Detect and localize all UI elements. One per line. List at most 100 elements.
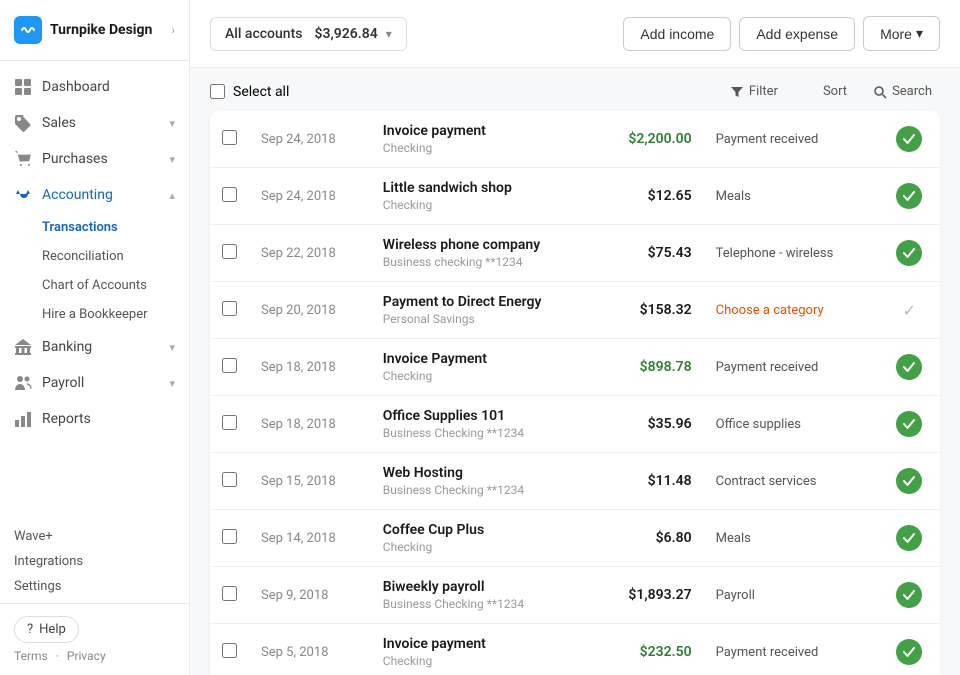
payroll-label: Payroll <box>42 375 159 391</box>
footer-links: Terms · Privacy <box>14 649 175 663</box>
sidebar-item-wave-plus[interactable]: Wave+ <box>14 524 175 549</box>
row-checkbox[interactable] <box>222 529 237 544</box>
sidebar-item-dashboard[interactable]: Dashboard <box>0 69 189 105</box>
transaction-date: Sep 15, 2018 <box>249 453 371 510</box>
sidebar-item-accounting[interactable]: Accounting ▴ <box>0 177 189 213</box>
transaction-amount: $35.96 <box>596 396 704 453</box>
transaction-category: Payment received <box>704 624 879 675</box>
transaction-name: Little sandwich shop <box>383 180 584 196</box>
transaction-description[interactable]: Little sandwich shop Checking <box>371 168 596 225</box>
users-icon <box>14 374 32 392</box>
table-row[interactable]: Sep 5, 2018 Invoice payment Checking $23… <box>210 624 940 675</box>
transaction-description[interactable]: Coffee Cup Plus Checking <box>371 510 596 567</box>
add-expense-button[interactable]: Add expense <box>739 17 855 51</box>
transaction-amount: $898.78 <box>596 339 704 396</box>
sidebar-item-hire-bookkeeper[interactable]: Hire a Bookkeeper <box>42 300 189 329</box>
status-check-icon <box>896 354 922 380</box>
sidebar-item-chart-of-accounts[interactable]: Chart of Accounts <box>42 271 189 300</box>
sidebar-extra: Wave+ Integrations Settings <box>0 520 189 603</box>
transaction-name: Invoice payment <box>383 636 584 652</box>
more-label: More <box>880 26 912 42</box>
cart-icon <box>14 150 32 168</box>
row-checkbox[interactable] <box>222 415 237 430</box>
select-all-checkbox[interactable] <box>210 84 225 99</box>
filter-label: Filter <box>749 84 778 99</box>
sidebar-item-banking[interactable]: Banking ▾ <box>0 329 189 365</box>
payroll-chevron-icon: ▾ <box>169 377 175 390</box>
sidebar-item-sales[interactable]: Sales ▾ <box>0 105 189 141</box>
status-check-icon <box>896 126 922 152</box>
table-row[interactable]: Sep 20, 2018 Payment to Direct Energy Pe… <box>210 282 940 339</box>
transaction-category: Contract services <box>704 453 879 510</box>
transaction-date: Sep 9, 2018 <box>249 567 371 624</box>
table-row[interactable]: Sep 24, 2018 Little sandwich shop Checki… <box>210 168 940 225</box>
row-checkbox[interactable] <box>222 130 237 145</box>
transaction-name: Web Hosting <box>383 465 584 481</box>
transaction-account: Business checking **1234 <box>383 255 584 269</box>
accounting-label: Accounting <box>42 187 159 203</box>
main-header: All accounts $3,926.84 ▾ Add income Add … <box>190 0 960 68</box>
status-check-icon <box>896 183 922 209</box>
table-row[interactable]: Sep 15, 2018 Web Hosting Business Checki… <box>210 453 940 510</box>
transaction-description[interactable]: Web Hosting Business Checking **1234 <box>371 453 596 510</box>
sidebar-item-reports[interactable]: Reports <box>0 401 189 437</box>
row-checkbox[interactable] <box>222 187 237 202</box>
table-row[interactable]: Sep 18, 2018 Invoice Payment Checking $8… <box>210 339 940 396</box>
sidebar-item-integrations[interactable]: Integrations <box>14 549 175 574</box>
transaction-description[interactable]: Biweekly payroll Business Checking **123… <box>371 567 596 624</box>
transaction-description[interactable]: Invoice Payment Checking <box>371 339 596 396</box>
row-checkbox[interactable] <box>222 244 237 259</box>
sort-button[interactable]: Sort <box>796 80 855 103</box>
sidebar-item-transactions[interactable]: Transactions <box>42 213 189 242</box>
sales-label: Sales <box>42 115 159 131</box>
transaction-date: Sep 5, 2018 <box>249 624 371 675</box>
row-checkbox-cell <box>210 453 249 510</box>
privacy-link[interactable]: Privacy <box>67 649 106 663</box>
sidebar-item-payroll[interactable]: Payroll ▾ <box>0 365 189 401</box>
select-all-label: Select all <box>233 84 289 100</box>
transaction-description[interactable]: Office Supplies 101 Business Checking **… <box>371 396 596 453</box>
sort-label: Sort <box>823 84 847 99</box>
row-checkbox[interactable] <box>222 358 237 373</box>
transaction-name: Invoice payment <box>383 123 584 139</box>
sidebar-item-reconciliation[interactable]: Reconciliation <box>42 242 189 271</box>
row-checkbox[interactable] <box>222 586 237 601</box>
status-check-icon <box>896 468 922 494</box>
sidebar-item-settings[interactable]: Settings <box>14 574 175 599</box>
table-row[interactable]: Sep 14, 2018 Coffee Cup Plus Checking $6… <box>210 510 940 567</box>
transaction-name: Wireless phone company <box>383 237 584 253</box>
sidebar-item-purchases[interactable]: Purchases ▾ <box>0 141 189 177</box>
help-button[interactable]: ? Help <box>14 616 79 643</box>
account-selector[interactable]: All accounts $3,926.84 ▾ <box>210 17 407 51</box>
sidebar-logo[interactable]: Turnpike Design › <box>0 0 189 61</box>
row-checkbox-cell <box>210 111 249 168</box>
transaction-description[interactable]: Invoice payment Checking <box>371 111 596 168</box>
table-row[interactable]: Sep 22, 2018 Wireless phone company Busi… <box>210 225 940 282</box>
accounting-chevron-icon: ▴ <box>169 189 175 202</box>
transaction-description[interactable]: Invoice payment Checking <box>371 624 596 675</box>
transaction-category: Payment received <box>704 111 879 168</box>
status-check-icon <box>896 582 922 608</box>
row-checkbox[interactable] <box>222 643 237 658</box>
transaction-status <box>878 225 940 282</box>
transaction-name: Office Supplies 101 <box>383 408 584 424</box>
select-all-area: Select all <box>210 84 712 100</box>
table-row[interactable]: Sep 18, 2018 Office Supplies 101 Busines… <box>210 396 940 453</box>
transaction-category: Office supplies <box>704 396 879 453</box>
transaction-description[interactable]: Payment to Direct Energy Personal Saving… <box>371 282 596 339</box>
add-income-button[interactable]: Add income <box>623 17 731 51</box>
search-button[interactable]: Search <box>865 80 940 103</box>
transaction-description[interactable]: Wireless phone company Business checking… <box>371 225 596 282</box>
table-row[interactable]: Sep 9, 2018 Biweekly payroll Business Ch… <box>210 567 940 624</box>
more-button[interactable]: More ▾ <box>863 16 940 51</box>
table-row[interactable]: Sep 24, 2018 Invoice payment Checking $2… <box>210 111 940 168</box>
transaction-category[interactable]: Choose a category <box>704 282 879 339</box>
row-checkbox-cell <box>210 282 249 339</box>
account-selector-amount: $3,926.84 <box>314 26 377 42</box>
terms-link[interactable]: Terms <box>14 649 48 663</box>
row-checkbox-cell <box>210 624 249 675</box>
transactions-table: Sep 24, 2018 Invoice payment Checking $2… <box>210 111 940 675</box>
filter-button[interactable]: Filter <box>722 80 786 103</box>
row-checkbox[interactable] <box>222 301 237 316</box>
row-checkbox[interactable] <box>222 472 237 487</box>
